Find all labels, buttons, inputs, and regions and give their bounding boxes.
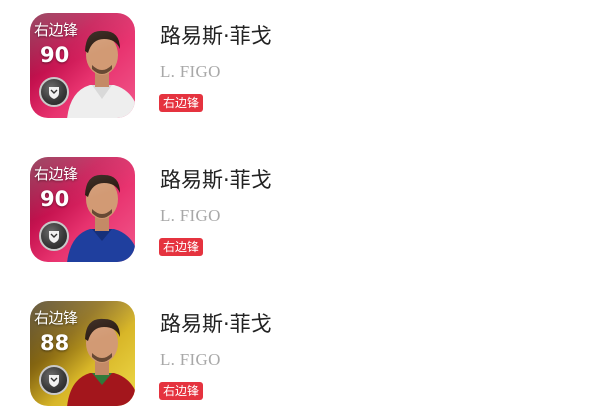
card-rating: 90 xyxy=(40,43,70,67)
card-position-label: 右边锋 xyxy=(34,309,78,327)
card-rating: 90 xyxy=(40,187,70,211)
player-list: 右边锋 90 路易斯·菲戈 L. FIGO 右边锋 右边锋 90 路易斯·菲戈 … xyxy=(0,0,614,418)
club-badge-icon xyxy=(39,365,69,395)
player-name-english: L. FIGO xyxy=(160,62,221,81)
club-badge-icon xyxy=(39,221,69,251)
player-name-chinese: 路易斯·菲戈 xyxy=(160,312,272,336)
position-tag: 右边锋 xyxy=(159,94,204,112)
player-card[interactable]: 右边锋 90 xyxy=(30,13,135,118)
position-tag: 右边锋 xyxy=(159,238,204,256)
card-position-label: 右边锋 xyxy=(34,165,78,183)
player-card[interactable]: 右边锋 90 xyxy=(30,157,135,262)
player-card[interactable]: 右边锋 88 xyxy=(30,301,135,406)
position-tag: 右边锋 xyxy=(159,382,204,400)
card-position-label: 右边锋 xyxy=(34,21,78,39)
player-name-chinese: 路易斯·菲戈 xyxy=(160,24,272,48)
player-name-chinese: 路易斯·菲戈 xyxy=(160,168,272,192)
card-rating: 88 xyxy=(40,331,70,355)
player-row[interactable]: 右边锋 90 路易斯·菲戈 L. FIGO 右边锋 xyxy=(0,154,614,264)
player-row[interactable]: 右边锋 88 路易斯·菲戈 L. FIGO 右边锋 xyxy=(0,298,614,408)
player-row[interactable]: 右边锋 90 路易斯·菲戈 L. FIGO 右边锋 xyxy=(0,10,614,120)
player-name-english: L. FIGO xyxy=(160,206,221,225)
player-name-english: L. FIGO xyxy=(160,350,221,369)
club-badge-icon xyxy=(39,77,69,107)
